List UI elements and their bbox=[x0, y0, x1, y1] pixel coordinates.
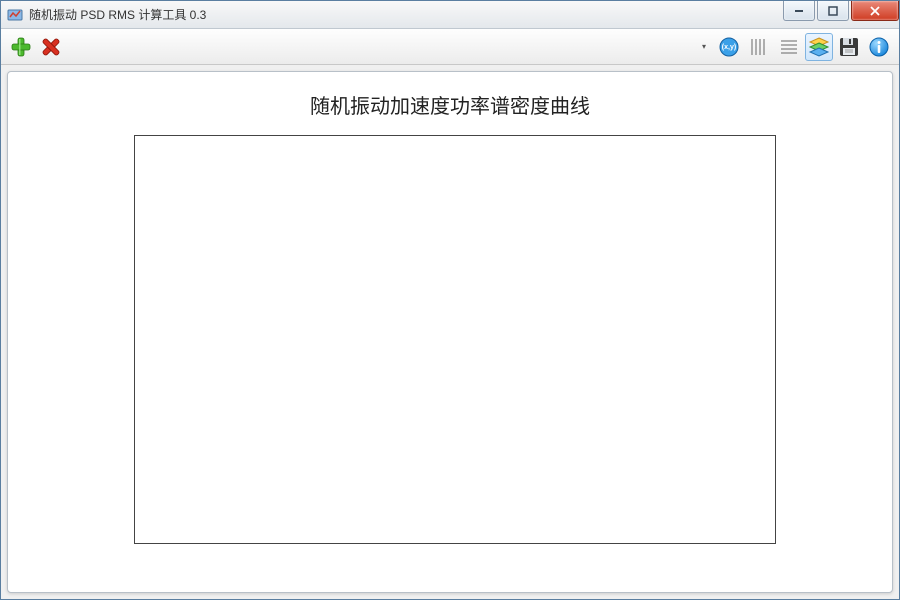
horizontal-grid-button[interactable] bbox=[775, 33, 803, 61]
content-area: 随机振动加速度功率谱密度曲线 bbox=[1, 65, 899, 599]
floppy-disk-icon bbox=[837, 35, 861, 59]
svg-text:(x,y): (x,y) bbox=[722, 44, 736, 51]
dropdown-arrow-icon[interactable]: ▾ bbox=[699, 42, 709, 51]
layers-icon bbox=[807, 35, 831, 59]
minimize-button[interactable] bbox=[783, 1, 815, 21]
chart-title: 随机振动加速度功率谱密度曲线 bbox=[34, 90, 866, 119]
app-window: 随机振动 PSD RMS 计算工具 0.3 bbox=[0, 0, 900, 600]
info-icon bbox=[867, 35, 891, 59]
plot-area[interactable] bbox=[134, 135, 776, 544]
vertical-grid-button[interactable] bbox=[745, 33, 773, 61]
chart-panel: 随机振动加速度功率谱密度曲线 bbox=[7, 71, 893, 593]
toolbar: ▾ (x,y) bbox=[1, 29, 899, 65]
layers-button[interactable] bbox=[805, 33, 833, 61]
window-title: 随机振动 PSD RMS 计算工具 0.3 bbox=[29, 6, 781, 23]
app-icon bbox=[7, 7, 23, 23]
save-button[interactable] bbox=[835, 33, 863, 61]
xy-coordinates-button[interactable]: (x,y) bbox=[715, 33, 743, 61]
maximize-button[interactable] bbox=[817, 1, 849, 21]
plus-icon bbox=[9, 35, 33, 59]
titlebar[interactable]: 随机振动 PSD RMS 计算工具 0.3 bbox=[1, 1, 899, 29]
x-icon bbox=[39, 35, 63, 59]
info-button[interactable] bbox=[865, 33, 893, 61]
close-button[interactable] bbox=[851, 1, 899, 21]
add-button[interactable] bbox=[7, 33, 35, 61]
remove-button[interactable] bbox=[37, 33, 65, 61]
window-controls bbox=[781, 1, 899, 28]
horizontal-lines-icon bbox=[778, 36, 800, 58]
vertical-lines-icon bbox=[748, 36, 770, 58]
xy-icon: (x,y) bbox=[717, 35, 741, 59]
